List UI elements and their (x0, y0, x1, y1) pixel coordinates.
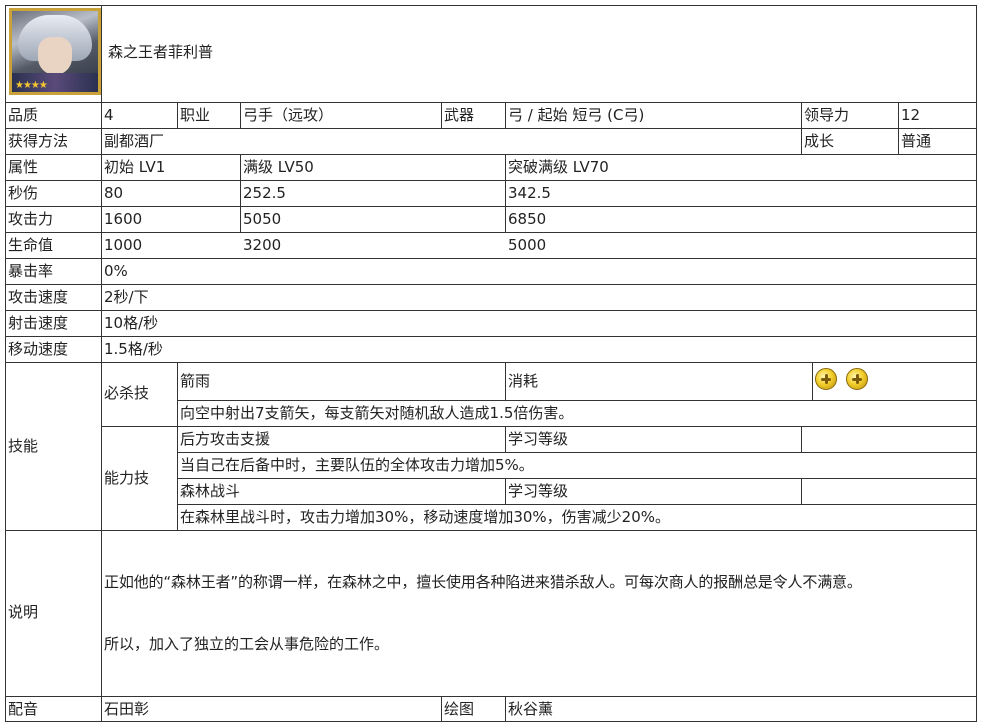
weapon-label: 武器 (444, 106, 475, 124)
leadership-label: 领导力 (804, 106, 850, 124)
crit-value: 0% (104, 262, 128, 280)
special-label: 必杀技 (104, 384, 150, 402)
cv-label: 配音 (8, 700, 39, 718)
movespd-label: 移动速度 (8, 340, 69, 358)
atkspd-label: 攻击速度 (8, 288, 69, 306)
atk-label: 攻击力 (8, 210, 54, 228)
ability1-name: 后方攻击支援 (180, 430, 271, 448)
rarity-stars-icon: ★★★★ (15, 80, 48, 91)
desc-label: 说明 (8, 603, 39, 621)
ability2-name: 森林战斗 (180, 482, 241, 500)
hp-lv50: 3200 (243, 236, 282, 254)
growth-label: 成长 (804, 132, 835, 150)
special-name: 箭雨 (180, 372, 211, 390)
dps-label: 秒伤 (8, 184, 39, 202)
coin-icon (815, 368, 837, 390)
leadership-value: 12 (901, 106, 921, 124)
job-value: 弓手（远攻） (243, 106, 334, 124)
weapon-value: 弓 / 起始 短弓 (C弓) (508, 106, 645, 124)
atk-lv70: 6850 (508, 210, 547, 228)
character-name: 森之王者菲利普 (108, 43, 214, 61)
lv70-header: 突破满级 LV70 (508, 158, 609, 176)
ability2-learn-label: 学习等级 (508, 482, 569, 500)
attr-label: 属性 (8, 158, 39, 176)
art-value: 秋谷薰 (508, 700, 554, 718)
cost-label: 消耗 (508, 372, 539, 390)
art-label: 绘图 (444, 700, 475, 718)
skills-label: 技能 (8, 437, 39, 455)
shotspd-label: 射击速度 (8, 314, 69, 332)
ability1-desc: 当自己在后备中时，主要队伍的全体攻击力增加5%。 (180, 456, 534, 474)
desc-paragraph-2: 所以，加入了独立的工会从事危险的工作。 (104, 635, 390, 653)
growth-value: 普通 (901, 132, 932, 150)
hp-lv70: 5000 (508, 236, 547, 254)
special-desc: 向空中射出7支箭矢，每支箭矢对随机敌人造成1.5倍伤害。 (180, 404, 574, 422)
quality-label: 品质 (8, 106, 39, 124)
dps-lv70: 342.5 (508, 184, 551, 202)
atk-lv1: 1600 (104, 210, 143, 228)
portrait-face (38, 37, 72, 75)
crit-label: 暴击率 (8, 262, 54, 280)
character-portrait: ★★★★ (9, 8, 101, 95)
coin-icon (846, 368, 868, 390)
quality-value: 4 (104, 106, 114, 124)
hp-lv1: 1000 (104, 236, 143, 254)
atk-lv50: 5050 (243, 210, 282, 228)
obtain-label: 获得方法 (8, 132, 69, 150)
dps-lv1: 80 (104, 184, 124, 202)
hp-label: 生命值 (8, 236, 54, 254)
atkspd-value: 2秒/下 (104, 288, 149, 306)
movespd-value: 1.5格/秒 (104, 340, 163, 358)
desc-paragraph-1: 正如他的“森林王者”的称谓一样，在森林之中，擅长使用各种陷进来猎杀敌人。可每次商… (104, 573, 862, 591)
cv-value: 石田彰 (104, 700, 150, 718)
lv1-header: 初始 LV1 (104, 158, 166, 176)
job-label: 职业 (180, 106, 211, 124)
ability1-learn-label: 学习等级 (508, 430, 569, 448)
dps-lv50: 252.5 (243, 184, 286, 202)
shotspd-value: 10格/秒 (104, 314, 159, 332)
ability2-desc: 在森林里战斗时，攻击力增加30%，移动速度增加30%，伤害减少20%。 (180, 508, 671, 526)
obtain-value: 副都酒厂 (104, 132, 165, 150)
ability-label: 能力技 (104, 469, 150, 487)
lv50-header: 满级 LV50 (243, 158, 314, 176)
